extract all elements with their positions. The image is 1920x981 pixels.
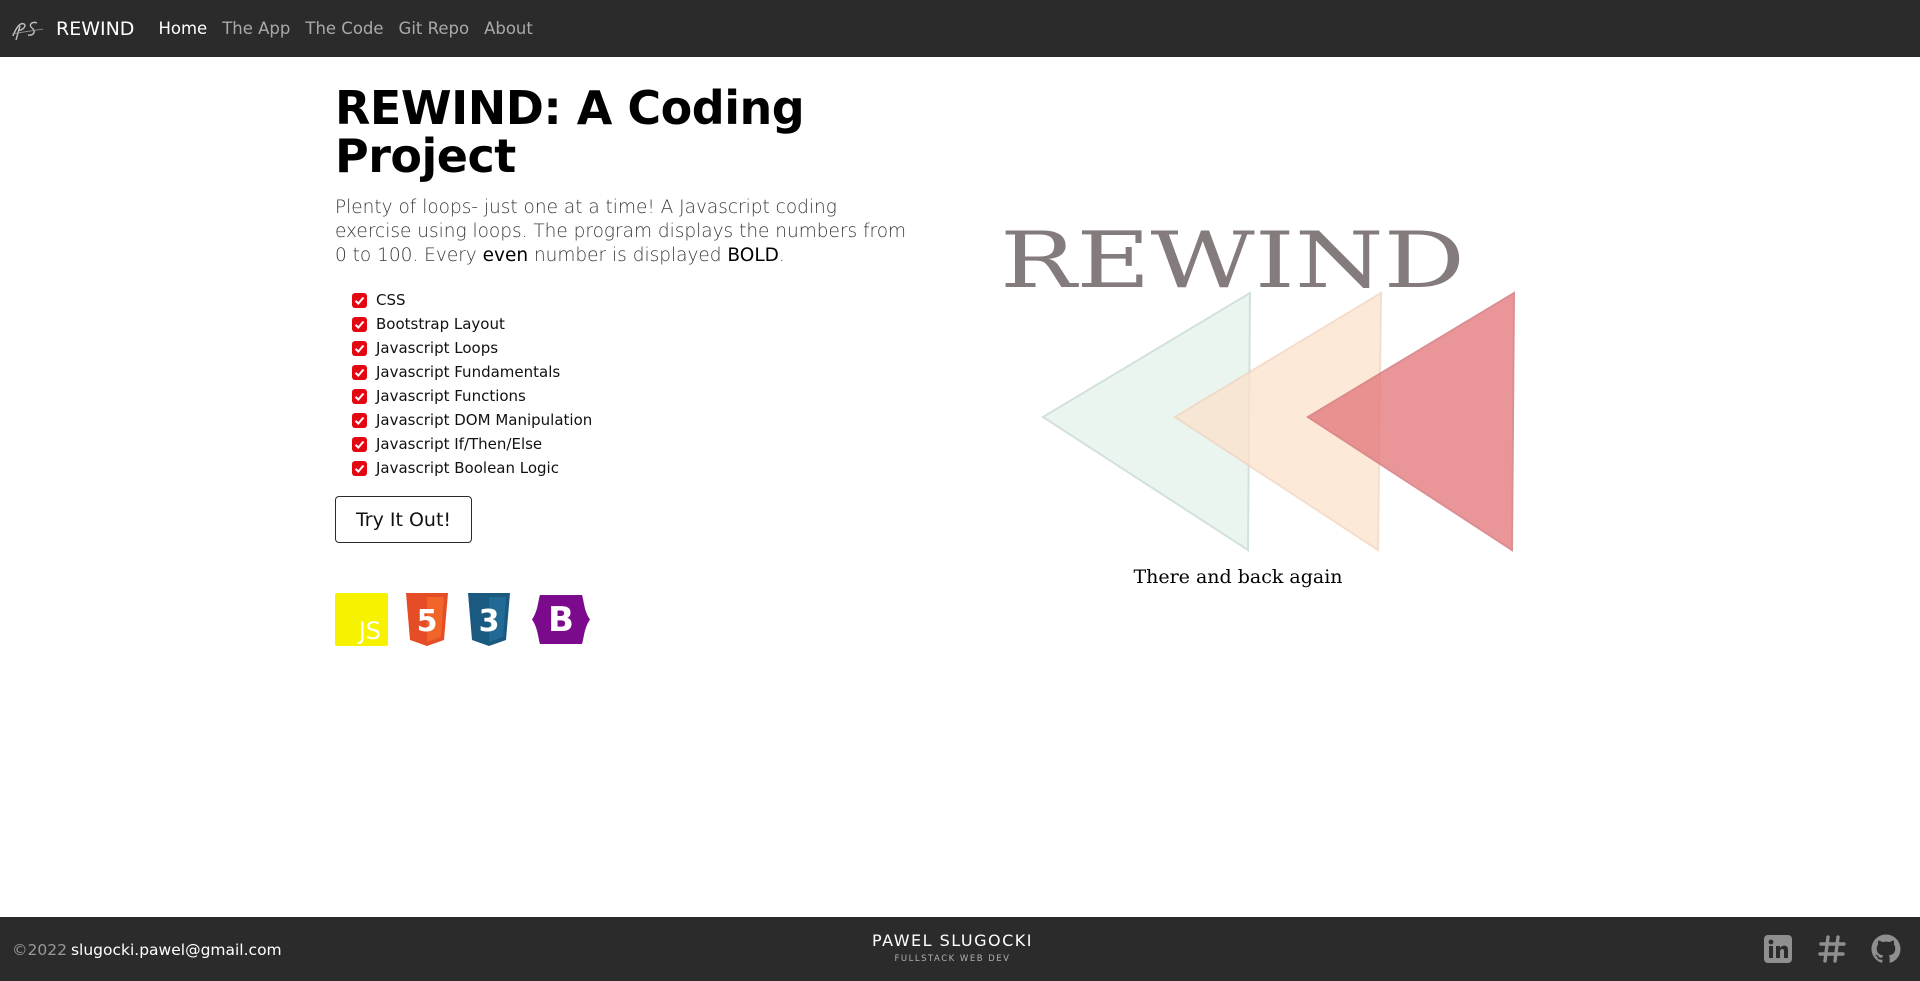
footer-email-link[interactable]: slugocki.pawel@gmail.com <box>71 941 282 959</box>
nav-link-about[interactable]: About <box>484 19 533 38</box>
checklist-item: Javascript Loops <box>352 336 915 360</box>
linkedin-icon[interactable] <box>1760 931 1796 967</box>
footer: ©2022 slugocki.pawel@gmail.com PAWEL SLUG… <box>0 917 1920 981</box>
checklist-label: Javascript Fundamentals <box>376 363 561 381</box>
bootstrap-logo-text: B <box>548 600 574 640</box>
javascript-logo-icon: JS <box>335 593 388 650</box>
page-title-line1: REWIND: A Coding <box>335 81 805 135</box>
social-links <box>1742 931 1904 967</box>
footer-brand: PAWEL SLUGOCKI FULLSTACK WEB DEV <box>760 931 1145 964</box>
desc-part2: number is displayed <box>528 245 728 266</box>
html5-logo-icon: 5 <box>404 593 450 650</box>
hashtag-icon[interactable] <box>1814 931 1850 967</box>
checklist-item: Javascript Functions <box>352 384 915 408</box>
nav-link-home[interactable]: Home <box>158 19 207 38</box>
brand-text: REWIND <box>56 17 135 40</box>
try-it-out-button[interactable]: Try It Out! <box>335 496 472 543</box>
checkbox-checked-icon <box>352 388 367 404</box>
checklist-item: Javascript Fundamentals <box>352 360 915 384</box>
github-icon[interactable] <box>1868 931 1904 967</box>
desc-end: . <box>778 245 785 266</box>
navbar: REWIND Home The App The Code Git Repo Ab… <box>0 0 1920 57</box>
footer-subtitle: FULLSTACK WEB DEV <box>894 954 1011 964</box>
checklist-item: Javascript If/Then/Else <box>352 432 915 456</box>
checkbox-checked-icon <box>352 436 367 452</box>
skills-checklist: CSS Bootstrap Layout Javascript Loops Ja… <box>352 288 915 480</box>
checklist-label: Javascript Boolean Logic <box>376 459 559 477</box>
ps-logo-icon <box>11 21 44 40</box>
nav-link-the-app[interactable]: The App <box>222 19 290 38</box>
footer-copyright: ©2022 slugocki.pawel@gmail.com <box>12 941 282 959</box>
checklist-label: Javascript Functions <box>376 387 526 405</box>
page-title-line2: Project <box>335 129 516 183</box>
checklist-label: Javascript Loops <box>376 339 499 357</box>
checklist-label: CSS <box>376 291 406 309</box>
rewind-hero-image: REWIND <box>1000 215 1530 555</box>
page-title: REWIND: A Coding Project <box>335 84 915 180</box>
css3-logo-text: 3 <box>479 604 500 639</box>
footer-name: PAWEL SLUGOCKI <box>872 931 1033 950</box>
js-logo-text: JS <box>357 617 381 645</box>
checklist-item: Javascript Boolean Logic <box>352 456 915 480</box>
nav-link-the-code[interactable]: The Code <box>305 19 383 38</box>
checkbox-checked-icon <box>352 412 367 428</box>
html5-logo-text: 5 <box>417 604 438 639</box>
checklist-label: Javascript DOM Manipulation <box>376 411 593 429</box>
desc-even: even <box>482 245 529 266</box>
bootstrap-logo-icon: B <box>528 593 594 650</box>
checkbox-checked-icon <box>352 340 367 356</box>
checkbox-checked-icon <box>352 292 367 308</box>
checkbox-checked-icon <box>352 364 367 380</box>
checklist-label: Bootstrap Layout <box>376 315 505 333</box>
project-description: Plenty of loops- just one at a time! A J… <box>335 196 915 268</box>
checklist-item: Bootstrap Layout <box>352 312 915 336</box>
copyright-text: ©2022 <box>12 941 67 959</box>
desc-bold: BOLD <box>727 245 779 266</box>
checklist-item: Javascript DOM Manipulation <box>352 408 915 432</box>
checklist-label: Javascript If/Then/Else <box>376 435 543 453</box>
brand-link[interactable]: REWIND <box>10 14 158 44</box>
checkbox-checked-icon <box>352 460 367 476</box>
hero-caption: There and back again <box>1133 566 1343 588</box>
css3-logo-icon: 3 <box>466 593 512 650</box>
intro-section: REWIND: A Coding Project Plenty of loops… <box>335 84 915 650</box>
checkbox-checked-icon <box>352 316 367 332</box>
checklist-item: CSS <box>352 288 915 312</box>
rewind-wordmark: REWIND <box>1000 216 1465 306</box>
nav-link-git-repo[interactable]: Git Repo <box>399 19 470 38</box>
tech-logos: JS 5 3 B <box>335 593 915 650</box>
